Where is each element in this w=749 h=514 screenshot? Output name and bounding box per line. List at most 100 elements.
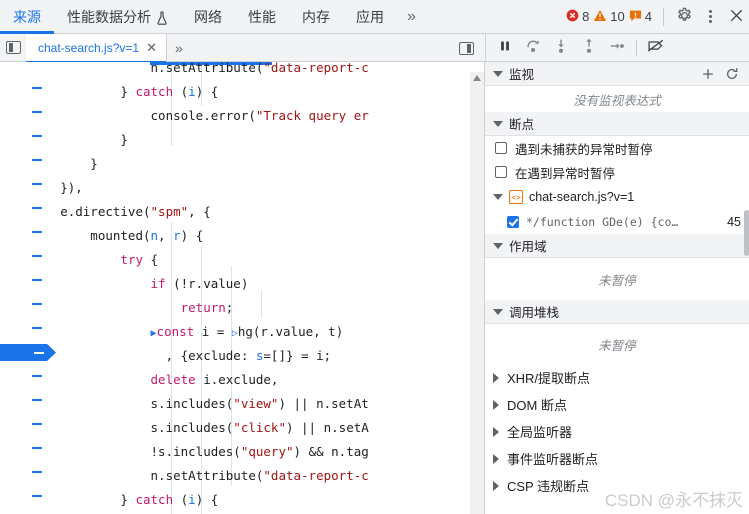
issue-count: 4 — [644, 9, 652, 24]
section-dom-breakpoints[interactable]: DOM 断点 — [485, 391, 749, 418]
code-token: s.includes( — [0, 420, 234, 435]
kebab-icon — [708, 10, 712, 23]
section-title: 调用堆栈 — [509, 306, 560, 320]
code-token: mounted( — [0, 228, 151, 243]
step-over-button[interactable] — [520, 36, 546, 60]
code-token: ; — [225, 300, 234, 315]
panel-tab-label: 性能 — [248, 8, 276, 25]
file-tab-label: chat-search.js?v=1 — [38, 40, 140, 55]
chevron-right-icon — [493, 453, 499, 464]
section-scope-header[interactable]: 作用域 — [485, 234, 749, 258]
code-token: s.includes( — [0, 396, 234, 411]
code-line: if (!r.value) — [0, 272, 249, 296]
code-token: const — [156, 324, 195, 339]
error-count: 8 — [582, 9, 590, 24]
code-line: return; — [0, 296, 234, 320]
code-token: { — [143, 252, 159, 267]
code-token: ) || n.setAt — [278, 396, 369, 411]
section-xhr-breakpoints[interactable]: XHR/提取断点 — [485, 364, 749, 391]
issue-counters: 8 10 4 — [566, 9, 656, 25]
close-icon[interactable]: ✕ — [145, 41, 158, 54]
section-watch-header[interactable]: 监视 — [485, 62, 749, 86]
checkbox[interactable] — [495, 142, 507, 154]
section-event-listener-breakpoints[interactable]: 事件监听器断点 — [485, 445, 749, 472]
deactivate-breakpoints-button[interactable] — [643, 36, 669, 60]
section-global-listeners[interactable]: 全局监听器 — [485, 418, 749, 445]
code-editor[interactable]: n.setAttribute("data-report-c } catch (i… — [0, 62, 485, 514]
panel-tab-performance[interactable]: 性能 — [235, 0, 289, 34]
section-title: 事件监听器断点 — [507, 452, 599, 467]
show-navigator-button[interactable] — [0, 34, 26, 62]
breakpoint-entry[interactable]: */function GDe(e) {co… 45 — [485, 210, 749, 256]
warning-count: 10 — [610, 9, 625, 24]
close-devtools-button[interactable] — [723, 4, 749, 30]
step-out-button[interactable] — [576, 36, 602, 60]
section-title: 作用域 — [509, 240, 547, 254]
checkbox[interactable] — [495, 166, 507, 178]
step-button[interactable] — [604, 36, 630, 60]
code-line: } catch (i) { — [0, 80, 218, 104]
code-token: i = — [194, 324, 232, 339]
code-line: , {exclude: s=[]} = i; — [0, 344, 332, 368]
refresh-watch-button[interactable] — [723, 65, 741, 83]
file-tab-chat-search[interactable]: chat-search.js?v=1 ✕ — [26, 33, 167, 63]
checkbox[interactable] — [507, 216, 519, 228]
code-token: , — [158, 228, 174, 243]
editor-vertical-scrollbar[interactable] — [470, 72, 484, 514]
chevron-down-icon — [493, 70, 503, 77]
chevron-down-icon — [493, 308, 503, 315]
code-token: ) { — [180, 228, 204, 243]
step-into-button[interactable] — [548, 36, 574, 60]
code-line: n.setAttribute("data-report-c — [0, 62, 369, 80]
code-line: console.error("Track query er — [0, 104, 369, 128]
panel-tab-application[interactable]: 应用 — [343, 0, 397, 34]
code-line: s.includes("view") || n.setAt — [0, 392, 369, 416]
panel-tab-performance-insights[interactable]: 性能数据分析 — [54, 0, 181, 34]
settings-button[interactable] — [671, 4, 697, 30]
code-line: !s.includes("query") && n.tag — [0, 440, 369, 464]
scroll-up-arrow[interactable] — [473, 75, 481, 81]
code-line: n.setAttribute("data-report-c — [0, 464, 369, 488]
resume-button[interactable] — [492, 36, 518, 60]
step-out-icon — [581, 38, 597, 57]
call-stack-empty-message: 未暂停 — [485, 324, 749, 364]
pause-on-exceptions-row[interactable]: 在遇到异常时暂停 — [485, 160, 749, 184]
panel-tab-sources[interactable]: 来源 — [0, 0, 54, 34]
section-title: XHR/提取断点 — [507, 371, 591, 386]
section-csp-violation-breakpoints[interactable]: CSP 违规断点 — [485, 472, 749, 499]
secondary-toolbar-row: chat-search.js?v=1 ✕ » — [0, 33, 749, 63]
breakpoint-file-group[interactable]: <> chat-search.js?v=1 — [485, 184, 749, 210]
chevron-right-icon — [493, 480, 499, 491]
warning-counter[interactable]: 10 — [593, 9, 625, 25]
panel-tab-label: 应用 — [356, 8, 384, 25]
more-options-button[interactable] — [697, 4, 723, 30]
section-title: CSP 违规断点 — [507, 479, 590, 494]
chevron-right-icon — [493, 372, 499, 383]
debugger-sidebar: 监视 没有监视表达式 断点 遇到未捕获的异常时暂停 在遇到异常时暂停 <> ch… — [485, 62, 749, 514]
panel-tab-network[interactable]: 网络 — [181, 0, 235, 34]
panel-tab-memory[interactable]: 内存 — [289, 0, 343, 34]
code-line: ▶const i = ▷hg(r.value, t) — [0, 320, 344, 344]
code-line: delete i.exclude, — [0, 368, 279, 392]
add-watch-expression-button[interactable] — [699, 65, 717, 83]
code-line: e.directive("spm", { — [0, 200, 211, 224]
more-file-tabs-button[interactable]: » — [167, 40, 191, 56]
section-breakpoints-header[interactable]: 断点 — [485, 112, 749, 136]
code-token: "click" — [233, 420, 286, 435]
deactivate-breakpoints-icon — [647, 38, 665, 57]
code-content[interactable]: n.setAttribute("data-report-c } catch (i… — [0, 62, 470, 514]
section-call-stack-header[interactable]: 调用堆栈 — [485, 300, 749, 324]
error-counter[interactable]: 8 — [566, 9, 589, 25]
code-token: i.exclude, — [195, 372, 279, 387]
code-token: } — [0, 84, 136, 99]
code-token: } — [0, 156, 98, 171]
show-debugger-sidebar-button[interactable] — [453, 34, 479, 62]
sidebar-scrollbar-thumb[interactable] — [744, 210, 749, 256]
flask-icon — [156, 10, 168, 25]
more-panels-button[interactable]: » — [397, 8, 426, 26]
issue-counter[interactable]: 4 — [629, 9, 652, 25]
pause-on-uncaught-exceptions-row[interactable]: 遇到未捕获的异常时暂停 — [485, 136, 749, 160]
chevron-down-icon — [493, 194, 503, 200]
